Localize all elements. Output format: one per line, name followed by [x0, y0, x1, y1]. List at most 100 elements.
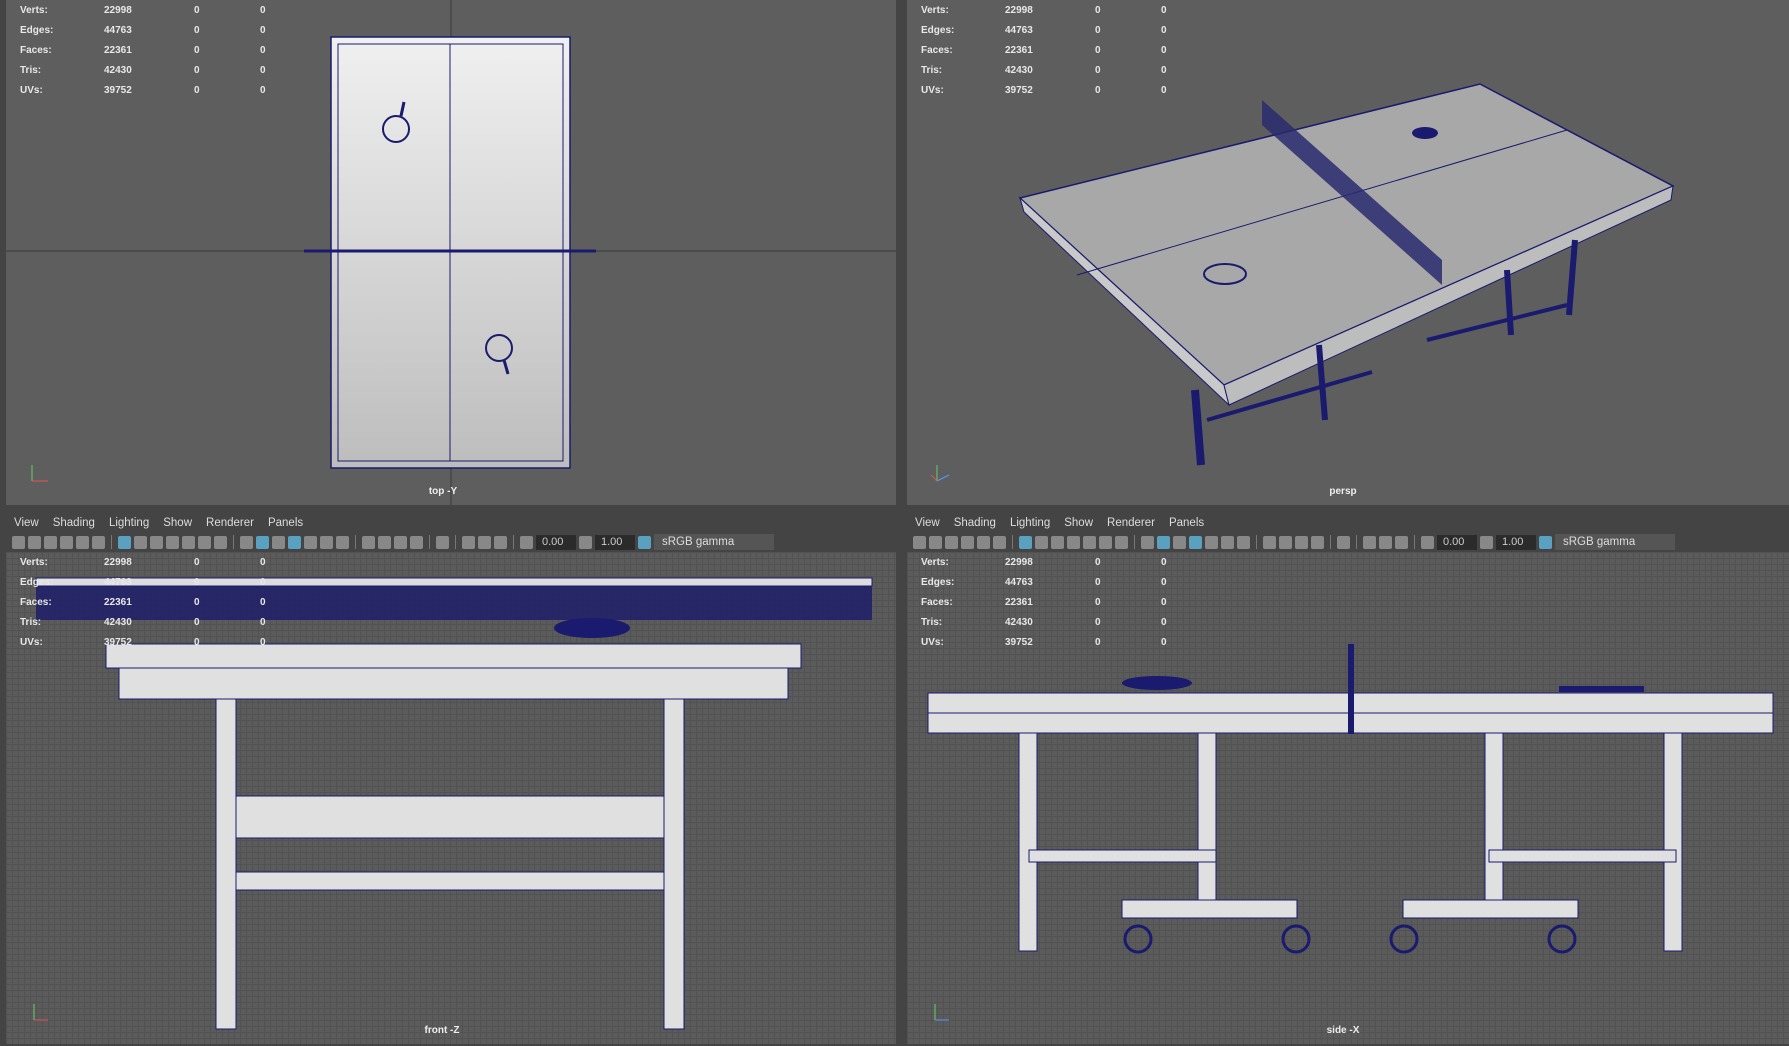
menu-panels[interactable]: Panels [268, 517, 303, 529]
camera-icon[interactable] [913, 535, 926, 549]
xray-joints-icon[interactable] [1205, 535, 1218, 549]
camera-attr-icon[interactable] [44, 535, 57, 549]
menu-lighting[interactable]: Lighting [109, 517, 149, 529]
grease-pencil-icon[interactable] [92, 535, 105, 549]
stat-row: Verts: 22998 0 0 [921, 552, 1227, 572]
viewport-persp[interactable]: Verts: 22998 0 0 Edges: 44763 0 0 Faces: 22361 0 0 T… [907, 0, 1789, 505]
menu-shading[interactable]: Shading [53, 517, 95, 529]
dof-icon[interactable] [1311, 535, 1324, 549]
stat-a: 0 [194, 24, 200, 36]
menu-renderer[interactable]: Renderer [1107, 517, 1155, 529]
stat-b: 0 [260, 44, 266, 56]
stat-a: 0 [1095, 636, 1101, 648]
toolbar-separator [455, 535, 456, 549]
menu-show[interactable]: Show [1064, 517, 1093, 529]
smooth-shade-icon[interactable] [256, 535, 269, 549]
resolution-gate-icon[interactable] [150, 535, 163, 549]
wireframe-icon[interactable] [240, 535, 253, 549]
ao-icon[interactable] [362, 535, 375, 549]
viewport-front[interactable]: Verts: 22998 0 0 Edges: 44763 0 0 Faces: 22361 0 0 T… [6, 552, 896, 1044]
camera-lock-icon[interactable] [929, 535, 942, 549]
grid-icon[interactable] [118, 535, 131, 549]
stat-value: 44763 [104, 576, 132, 588]
poly-stats: Verts: 22998 0 0 Edges: 44763 0 0 Faces: 22361 0 0 T… [921, 0, 1227, 100]
default-material-icon[interactable] [1173, 535, 1186, 549]
shadows-icon[interactable] [336, 535, 349, 549]
safe-title-icon[interactable] [214, 535, 227, 549]
exposure-icon[interactable] [520, 535, 533, 549]
isolate-select-icon[interactable] [436, 535, 449, 549]
default-material-icon[interactable] [272, 535, 285, 549]
stat-row: Faces: 22361 0 0 [20, 40, 326, 60]
wireframe-on-shaded-icon[interactable] [462, 535, 475, 549]
menu-shading[interactable]: Shading [954, 517, 996, 529]
menu-panels[interactable]: Panels [1169, 517, 1204, 529]
wireframe-on-shaded-icon[interactable] [1363, 535, 1376, 549]
bookmark-icon[interactable] [60, 535, 73, 549]
color-management-toggle-icon[interactable] [638, 535, 651, 549]
colorspace-select[interactable]: sRGB gamma [654, 534, 774, 550]
menu-renderer[interactable]: Renderer [206, 517, 254, 529]
grid-icon[interactable] [1019, 535, 1032, 549]
aa-icon[interactable] [1295, 535, 1308, 549]
stat-a: 0 [1095, 44, 1101, 56]
safe-action-icon[interactable] [1099, 535, 1112, 549]
isolate-select-icon[interactable] [1337, 535, 1350, 549]
stat-a: 0 [194, 636, 200, 648]
grease-pencil-icon[interactable] [993, 535, 1006, 549]
viewport-top[interactable]: Verts: 22998 0 0 Edges: 44763 0 0 Faces: 22361 0 0 T… [6, 0, 896, 505]
exposure-field[interactable]: 0.00 [1437, 534, 1477, 550]
camera-lock-icon[interactable] [28, 535, 41, 549]
shadows-icon[interactable] [1237, 535, 1250, 549]
bookmark-icon[interactable] [961, 535, 974, 549]
exposure-field[interactable]: 0.00 [536, 534, 576, 550]
textured-icon[interactable] [494, 535, 507, 549]
menu-show[interactable]: Show [163, 517, 192, 529]
backface-icon[interactable] [1379, 535, 1392, 549]
field-chart-icon[interactable] [1083, 535, 1096, 549]
menu-lighting[interactable]: Lighting [1010, 517, 1050, 529]
safe-action-icon[interactable] [198, 535, 211, 549]
camera-icon[interactable] [12, 535, 25, 549]
toolbar-separator [1256, 535, 1257, 549]
viewport-side[interactable]: Verts: 22998 0 0 Edges: 44763 0 0 Faces: 22361 0 0 T… [907, 552, 1789, 1044]
gamma-icon[interactable] [579, 535, 592, 549]
textured-icon[interactable] [1395, 535, 1408, 549]
toolbar-separator [429, 535, 430, 549]
aa-icon[interactable] [394, 535, 407, 549]
wireframe-icon[interactable] [1141, 535, 1154, 549]
field-chart-icon[interactable] [182, 535, 195, 549]
image-plane-icon[interactable] [977, 535, 990, 549]
safe-title-icon[interactable] [1115, 535, 1128, 549]
exposure-icon[interactable] [1421, 535, 1434, 549]
motion-blur-icon[interactable] [378, 535, 391, 549]
gamma-field[interactable]: 1.00 [595, 534, 635, 550]
stat-b: 0 [1161, 44, 1167, 56]
menu-view[interactable]: View [14, 517, 39, 529]
camera-attr-icon[interactable] [945, 535, 958, 549]
gamma-icon[interactable] [1480, 535, 1493, 549]
colorspace-select[interactable]: sRGB gamma [1555, 534, 1675, 550]
stat-b: 0 [260, 84, 266, 96]
use-lights-icon[interactable] [1221, 535, 1234, 549]
xray-joints-icon[interactable] [304, 535, 317, 549]
color-management-toggle-icon[interactable] [1539, 535, 1552, 549]
ao-icon[interactable] [1263, 535, 1276, 549]
smooth-shade-icon[interactable] [1157, 535, 1170, 549]
gate-mask-icon[interactable] [1067, 535, 1080, 549]
resolution-gate-icon[interactable] [1051, 535, 1064, 549]
film-gate-icon[interactable] [134, 535, 147, 549]
menu-view[interactable]: View [915, 517, 940, 529]
gamma-field[interactable]: 1.00 [1496, 534, 1536, 550]
stat-a: 0 [1095, 576, 1101, 588]
film-gate-icon[interactable] [1035, 535, 1048, 549]
xray-icon[interactable] [288, 535, 301, 549]
use-lights-icon[interactable] [320, 535, 333, 549]
image-plane-icon[interactable] [76, 535, 89, 549]
stat-a: 0 [194, 4, 200, 16]
gate-mask-icon[interactable] [166, 535, 179, 549]
motion-blur-icon[interactable] [1279, 535, 1292, 549]
dof-icon[interactable] [410, 535, 423, 549]
xray-icon[interactable] [1189, 535, 1202, 549]
backface-icon[interactable] [478, 535, 491, 549]
